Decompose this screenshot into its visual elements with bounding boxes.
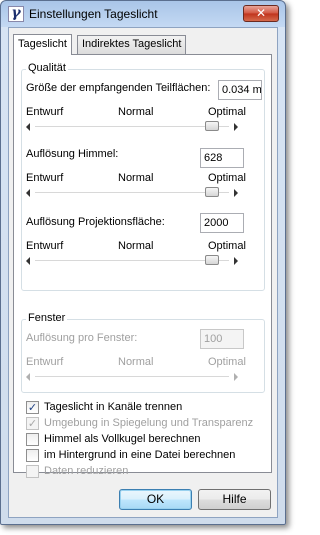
slider-right-arrow-icon[interactable] [234,373,238,381]
option-label: Umgebung in Spiegelung und Transparenz [44,417,254,429]
dialog-window: γ Einstellungen Tageslicht ✕ Tageslicht … [0,0,286,525]
per-window-label: Auflösung pro Fenster: [26,332,138,344]
window-title: Einstellungen Tageslicht [29,7,158,21]
option-label: Daten reduzieren [44,465,129,477]
ok-button[interactable]: OK [119,489,192,510]
projection-scale-right: Optimal [208,240,246,252]
slider-right-arrow-icon[interactable] [234,257,238,265]
slider-track[interactable] [35,126,229,127]
slider-track[interactable] [35,260,229,261]
window-slider[interactable] [26,370,238,384]
slider-left-arrow-icon[interactable] [26,257,30,265]
per-window-input[interactable]: 100 [200,329,244,349]
slider-thumb[interactable] [205,121,220,131]
size-slider[interactable] [26,120,238,134]
sky-scale-mid: Normal [118,172,154,184]
checkbox[interactable]: ✓ [26,401,39,414]
projection-slider[interactable] [26,254,238,268]
title-bar[interactable]: γ Einstellungen Tageslicht ✕ [1,1,285,27]
projection-input[interactable]: 2000 [200,213,244,233]
projection-label: Auflösung Projektionsfläche: [26,216,165,228]
checkbox[interactable] [26,449,39,462]
sky-scale-right: Optimal [208,172,246,184]
size-input[interactable]: 0.034 m [218,80,262,100]
slider-left-arrow-icon[interactable] [26,189,30,197]
sky-input[interactable]: 628 [200,148,244,168]
sky-slider[interactable] [26,186,238,200]
slider-right-arrow-icon[interactable] [234,123,238,131]
sky-label: Auflösung Himmel: [26,148,119,160]
option-label: Himmel als Vollkugel berechnen [44,433,201,445]
size-scale-left: Entwurf [26,106,64,118]
checkbox[interactable]: ✓ [26,417,39,430]
app-icon: γ [8,6,24,22]
window-scale-right: Optimal [208,356,246,368]
slider-track[interactable] [35,376,229,377]
quality-group-title: Qualität [26,62,68,74]
projection-scale-mid: Normal [118,240,154,252]
slider-left-arrow-icon[interactable] [26,123,30,131]
checkbox[interactable] [26,433,39,446]
dialog-client: Tageslicht Indirektes Tageslicht Qualitä… [8,27,278,518]
window-group: Fenster Auflösung pro Fenster: 100 Entwu… [21,312,265,393]
size-scale-mid: Normal [118,106,154,118]
close-button[interactable]: ✕ [243,5,279,22]
window-scale-mid: Normal [118,356,154,368]
tab-indirektes-tageslicht[interactable]: Indirektes Tageslicht [77,35,187,54]
tab-tageslicht[interactable]: Tageslicht [13,34,72,55]
window-scale-left: Entwurf [26,356,64,368]
slider-track[interactable] [35,192,229,193]
window-group-title: Fenster [26,312,68,324]
option-label: Tageslicht in Kanäle trennen [44,401,183,413]
slider-left-arrow-icon[interactable] [26,373,30,381]
projection-scale-left: Entwurf [26,240,64,252]
slider-right-arrow-icon[interactable] [234,189,238,197]
option-label: im Hintergrund in eine Datei berechnen [44,449,236,461]
slider-thumb[interactable] [205,255,220,265]
tab-panel: Qualität Größe der empfangenden Teilfläc… [13,54,272,478]
size-label: Größe der empfangenden Teilflächen: [26,82,211,94]
help-button[interactable]: Hilfe [198,489,271,510]
checkbox[interactable] [26,465,39,478]
sky-scale-left: Entwurf [26,172,64,184]
slider-thumb[interactable] [205,187,220,197]
size-scale-right: Optimal [208,106,246,118]
quality-group: Qualität Größe der empfangenden Teilfläc… [21,62,265,291]
